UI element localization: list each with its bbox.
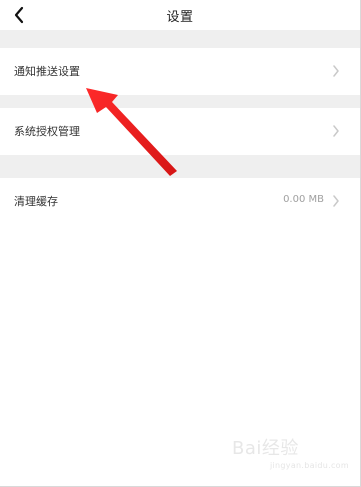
watermark: Bai经验 jingyan.baidu.com	[232, 434, 352, 476]
watermark-url: jingyan.baidu.com	[270, 461, 349, 470]
settings-screen: 设置 通知推送设置 系统授权管理 清理缓存 0.00 MB Bai经验 jing…	[0, 0, 361, 487]
watermark-logo-text: Bai经验	[232, 438, 299, 459]
page-title: 设置	[166, 10, 194, 25]
setting-row-authorization[interactable]: 系统授权管理	[0, 108, 360, 155]
setting-label: 清理缓存	[14, 195, 58, 208]
setting-label: 系统授权管理	[14, 125, 80, 138]
chevron-right-icon	[333, 65, 339, 77]
chevron-right-icon	[333, 125, 339, 137]
setting-label: 通知推送设置	[14, 65, 80, 78]
setting-row-cache[interactable]: 清理缓存 0.00 MB	[0, 178, 360, 225]
section-gap	[0, 30, 360, 48]
section-gap	[0, 155, 360, 178]
top-bar: 设置	[0, 0, 360, 30]
section-gap	[0, 95, 360, 108]
chevron-right-icon	[333, 195, 339, 207]
cache-size-value: 0.00 MB	[283, 194, 324, 205]
setting-row-notification[interactable]: 通知推送设置	[0, 48, 360, 95]
